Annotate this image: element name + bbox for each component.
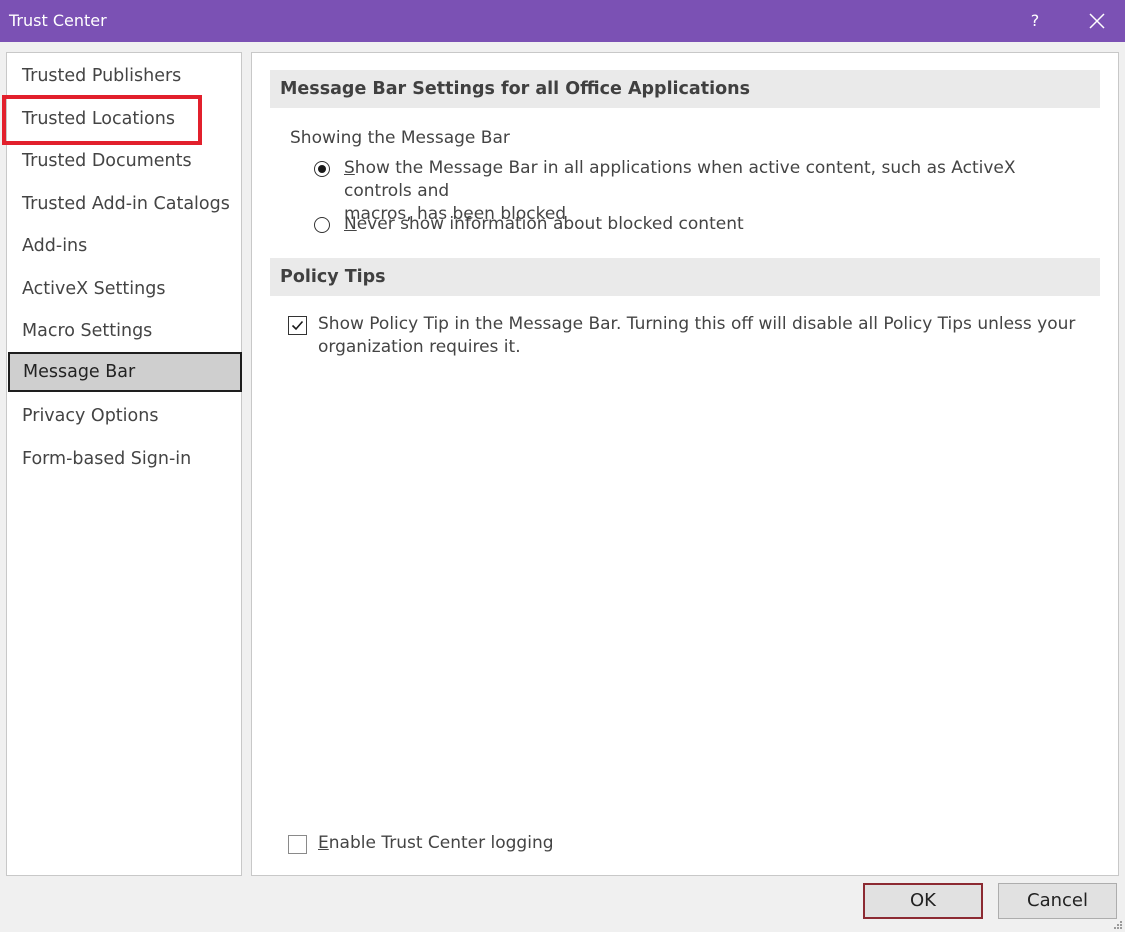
showing-message-bar-label: Showing the Message Bar bbox=[290, 128, 510, 148]
nav-item-form-based-sign-in[interactable]: Form-based Sign-in bbox=[7, 439, 241, 479]
nav-item-trusted-documents[interactable]: Trusted Documents bbox=[7, 141, 241, 181]
checkbox-checked[interactable] bbox=[288, 316, 307, 335]
accel-key: E bbox=[318, 833, 329, 853]
accel-key: N bbox=[344, 214, 357, 234]
nav-item-trusted-add-in-catalogs[interactable]: Trusted Add-in Catalogs bbox=[7, 184, 241, 224]
help-button[interactable]: ? bbox=[1020, 0, 1050, 42]
policy-tips-section-header: Policy Tips bbox=[270, 258, 1100, 296]
cancel-button[interactable]: Cancel bbox=[998, 883, 1117, 919]
close-button[interactable] bbox=[1080, 0, 1114, 42]
window-title: Trust Center bbox=[9, 11, 107, 30]
checkbox-unchecked[interactable] bbox=[288, 835, 307, 854]
option-text: how the Message Bar in all applications … bbox=[344, 158, 1016, 201]
radio-button-checked[interactable] bbox=[314, 161, 330, 177]
message-bar-section-header: Message Bar Settings for all Office Appl… bbox=[270, 70, 1100, 108]
title-bar: Trust Center ? bbox=[0, 0, 1125, 42]
radio-never-show-label: Never show information about blocked con… bbox=[344, 213, 1084, 236]
nav-item-activex-settings[interactable]: ActiveX Settings bbox=[7, 269, 241, 309]
nav-item-macro-settings[interactable]: Macro Settings bbox=[7, 311, 241, 351]
nav-item-add-ins[interactable]: Add-ins bbox=[7, 226, 241, 266]
nav-item-message-bar[interactable]: Message Bar bbox=[8, 352, 242, 392]
checkbox-enable-logging-label: Enable Trust Center logging bbox=[318, 832, 718, 855]
policy-tip-text-line2: organization requires it. bbox=[318, 337, 521, 357]
radio-button-unchecked[interactable] bbox=[314, 217, 330, 233]
nav-item-trusted-locations[interactable]: Trusted Locations bbox=[7, 99, 241, 139]
resize-grip-icon[interactable] bbox=[1113, 920, 1123, 930]
nav-item-trusted-publishers[interactable]: Trusted Publishers bbox=[7, 56, 241, 96]
close-icon bbox=[1089, 13, 1105, 29]
checkbox-policy-tip-label: Show Policy Tip in the Message Bar. Turn… bbox=[318, 313, 1078, 359]
logging-text: nable Trust Center logging bbox=[328, 833, 554, 853]
category-nav: Trusted Publishers Trusted Locations Tru… bbox=[6, 52, 242, 876]
option-text: ever show information about blocked cont… bbox=[356, 214, 744, 234]
policy-tip-text-line1: Show Policy Tip in the Message Bar. Turn… bbox=[318, 314, 1076, 334]
ok-button[interactable]: OK bbox=[863, 883, 983, 919]
settings-panel: Message Bar Settings for all Office Appl… bbox=[251, 52, 1119, 876]
nav-item-privacy-options[interactable]: Privacy Options bbox=[7, 396, 241, 436]
trust-center-dialog: Trust Center ? Trusted Publishers Truste… bbox=[0, 0, 1125, 932]
checkmark-icon bbox=[291, 320, 304, 331]
accel-key: S bbox=[344, 158, 355, 178]
